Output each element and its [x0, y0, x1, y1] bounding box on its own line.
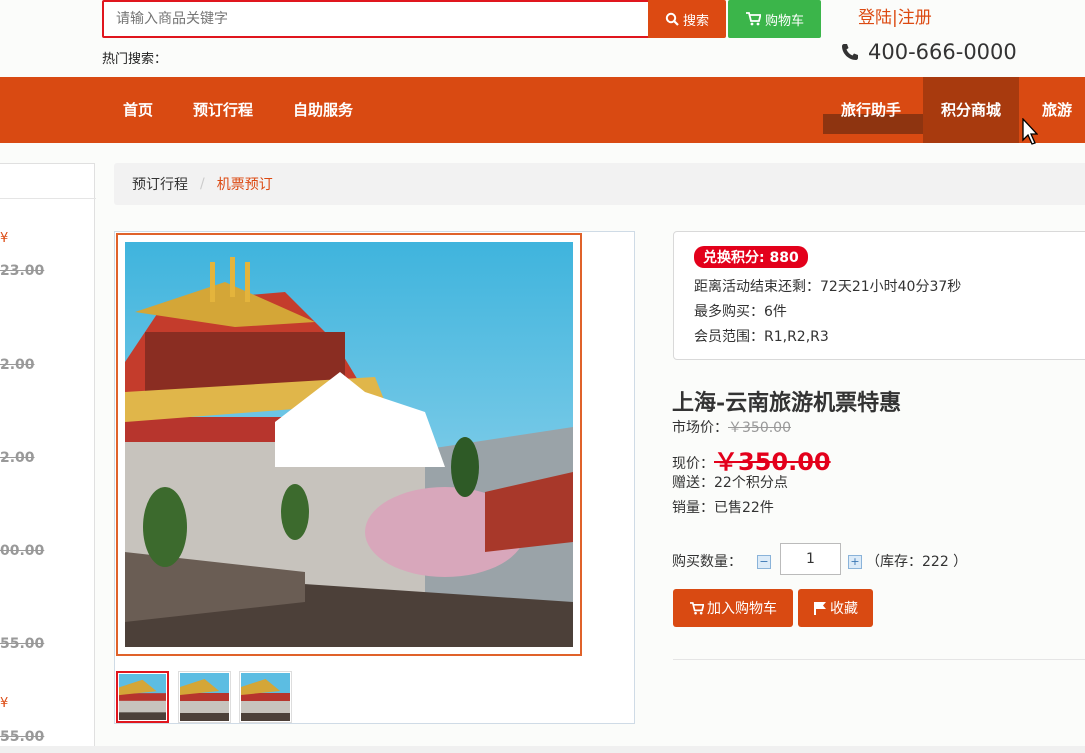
nav-item-home[interactable]: 首页: [123, 77, 153, 143]
sidebar-price: 2.00: [0, 357, 35, 373]
product-title: 上海-云南旅游机票特惠: [672, 390, 902, 416]
cart-button-label: 购物车: [764, 13, 804, 29]
temple-photo: [125, 242, 573, 647]
search-icon: [665, 12, 679, 26]
breadcrumb: 预订行程 / 机票预订: [114, 163, 1085, 205]
sidebar-price: 2.00: [0, 450, 35, 466]
nav-item-travel-assistant[interactable]: 旅行助手: [841, 77, 901, 143]
page-bottom-strip: [0, 746, 1085, 753]
thumbnail-image: [119, 674, 166, 720]
search-box: [102, 0, 650, 38]
sidebar-divider: [0, 198, 96, 199]
quantity-increase-button[interactable]: +: [848, 555, 862, 569]
sidebar-price: 55.00: [0, 636, 45, 652]
sidebar-price: 00.00: [0, 543, 45, 559]
current-price-label: 现价：: [672, 456, 714, 472]
current-price-row: 现价：￥350.00: [672, 440, 831, 476]
points-badge: 兑换积分: 880: [694, 246, 808, 268]
quantity-label: 购买数量：: [672, 554, 742, 570]
add-to-cart-button[interactable]: 加入购物车: [673, 589, 793, 627]
thumbnail-image: [241, 673, 290, 721]
quantity-decrease-button[interactable]: −: [757, 555, 771, 569]
breadcrumb-separator: /: [200, 176, 205, 192]
search-input[interactable]: [104, 2, 648, 36]
add-to-cart-label: 加入购物车: [707, 601, 777, 617]
quantity-input[interactable]: [780, 543, 841, 575]
phone-text: 400-666-0000: [868, 40, 1017, 64]
section-divider: [673, 659, 1085, 660]
search-button-label: 搜索: [682, 13, 709, 29]
breadcrumb-current: 机票预订: [216, 177, 273, 193]
nav-item-points-mall[interactable]: 积分商城: [923, 77, 1020, 143]
phone-number: 400-666-0000: [840, 40, 1017, 64]
thumbnail-3[interactable]: [239, 671, 292, 723]
thumbnail-2[interactable]: [178, 671, 231, 723]
search-button[interactable]: 搜索: [648, 0, 726, 38]
breadcrumb-parent[interactable]: 预订行程: [132, 174, 188, 194]
phone-icon: [842, 44, 858, 60]
favorite-label: 收藏: [830, 601, 858, 617]
login-register-link[interactable]: 登陆|注册: [858, 3, 932, 28]
flag-icon: [814, 602, 826, 615]
max-buy-text: 最多购买：6件: [694, 304, 787, 320]
thumbnail-image: [180, 673, 229, 721]
market-price-label: 市场价：: [672, 420, 728, 436]
gift-points-text: 赠送：22个积分点: [672, 475, 788, 491]
product-main-image[interactable]: [116, 233, 582, 656]
market-price-row: 市场价：￥350.00: [672, 417, 791, 437]
market-price-value: ￥350.00: [728, 420, 791, 436]
sales-text: 销量：已售22件: [672, 500, 774, 516]
cart-icon: [745, 12, 761, 26]
main-nav: 首页 预订行程 自助服务 旅行助手 积分商城 旅游度: [0, 77, 1085, 185]
stock-text: （库存：222 ）: [866, 554, 968, 570]
member-scope-text: 会员范围：R1,R2,R3: [694, 329, 829, 345]
countdown-text: 距离活动结束还剩：72天21小时40分37秒: [694, 279, 962, 295]
nav-item-booking[interactable]: 预订行程: [193, 77, 253, 143]
thumbnail-1[interactable]: [116, 671, 169, 723]
cart-icon: [690, 601, 704, 614]
mouse-cursor-icon: [1022, 118, 1038, 145]
sidebar-price: 23.00: [0, 263, 45, 279]
sidebar-mark: ¥: [0, 231, 9, 246]
nav-item-tourism[interactable]: 旅游度: [1042, 77, 1085, 185]
sidebar-price: 55.00: [0, 729, 45, 745]
hot-search-label: 热门搜索：: [102, 52, 168, 67]
cart-button[interactable]: 购物车: [728, 0, 821, 38]
favorite-button[interactable]: 收藏: [798, 589, 873, 627]
sidebar-mark: ¥: [0, 696, 9, 711]
nav-item-self-service[interactable]: 自助服务: [293, 77, 353, 143]
